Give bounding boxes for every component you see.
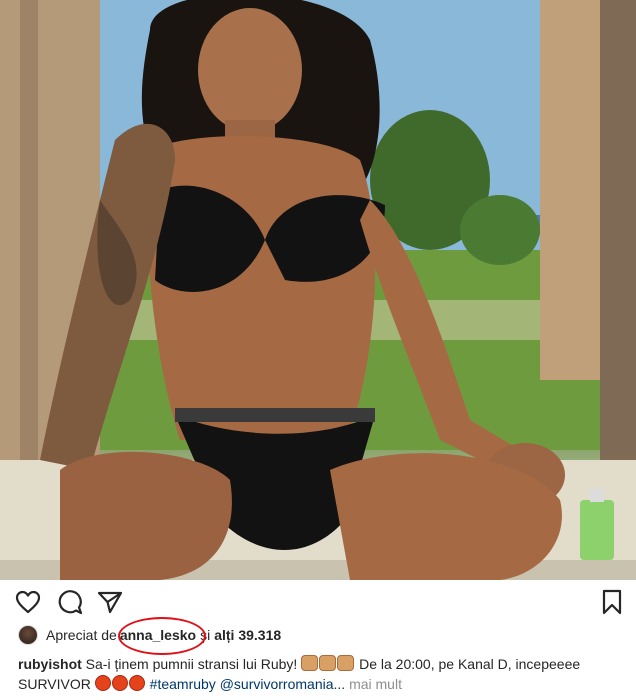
caption-hashtag[interactable]: #teamruby [150, 676, 216, 692]
likes-connector: și [200, 627, 211, 643]
likes-prefix: Apreciat de [46, 627, 117, 643]
likes-summary: Apreciat de anna_lesko și alți 39.318 [18, 624, 281, 646]
likes-others-count[interactable]: alți 39.318 [214, 627, 281, 643]
red-circle-emoji-icon [94, 675, 146, 692]
post-caption: rubyishot Sa-i ținem pumnii stransi lui … [18, 654, 622, 694]
caption-text-1: Sa-i ținem pumnii stransi lui Ruby! [85, 656, 298, 672]
avatar[interactable] [18, 625, 38, 645]
fist-emoji-icon [301, 655, 355, 672]
post-action-bar [0, 580, 636, 624]
more-link[interactable]: mai mult [349, 676, 402, 692]
photo-illustration [0, 0, 636, 580]
share-icon[interactable] [96, 588, 124, 616]
liker-username[interactable]: anna_lesko [120, 627, 196, 643]
heart-icon[interactable] [14, 588, 42, 616]
bookmark-icon[interactable] [598, 588, 626, 616]
post-image[interactable] [0, 0, 636, 580]
comment-icon[interactable] [56, 588, 84, 616]
caption-mention[interactable]: @survivorromania... [220, 676, 345, 692]
caption-author[interactable]: rubyishot [18, 656, 82, 672]
